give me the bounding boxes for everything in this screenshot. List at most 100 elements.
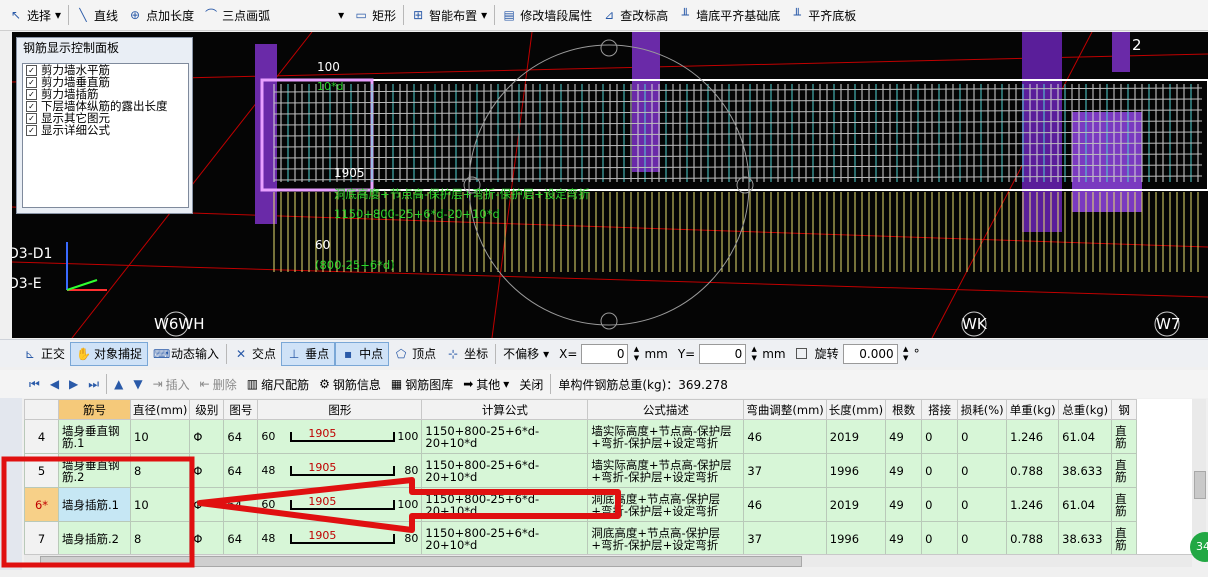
- length-cell[interactable]: 2019: [825, 419, 887, 454]
- diameter-cell[interactable]: 8: [129, 453, 191, 488]
- vertex-snap[interactable]: ⬠ 顶点: [389, 342, 441, 366]
- y-input[interactable]: 0: [699, 343, 747, 364]
- scroll-thumb[interactable]: [40, 556, 802, 567]
- rotate-checkbox[interactable]: [795, 348, 807, 359]
- ortho-toggle[interactable]: ⊾ 正交: [18, 342, 70, 366]
- option-show-detailed-formula[interactable]: ✓ 显示详细公式: [23, 124, 188, 136]
- table-row[interactable]: 7 墙身插筋.2 8 Φ 64 48 1905 80 1150+800-25+6…: [24, 521, 1138, 554]
- horizontal-scrollbar[interactable]: [24, 554, 1192, 567]
- object-snap-toggle[interactable]: ✋ 对象捕捉: [70, 341, 149, 366]
- diameter-cell[interactable]: 10: [129, 487, 191, 522]
- grade-cell[interactable]: Φ: [189, 487, 225, 522]
- header-cell[interactable]: 计算公式: [421, 399, 589, 420]
- unit-weight-cell[interactable]: 0.788: [1006, 521, 1060, 554]
- header-cell[interactable]: 图号: [223, 399, 259, 420]
- loss-cell[interactable]: 0: [957, 419, 1008, 454]
- formula-cell[interactable]: 1150+800-25+6*d-20+10*d: [421, 453, 589, 488]
- midpoint-snap[interactable]: ▪ 中点: [335, 341, 390, 366]
- spin-icon[interactable]: ▲ ▼: [632, 345, 640, 363]
- smart-layout-tool[interactable]: ⊞ 智能布置 ▾: [406, 3, 492, 27]
- description-cell[interactable]: 洞底高度+节点高-保护层+弯折-保护层+设定弯折: [587, 487, 745, 522]
- type-cell[interactable]: 直筋: [1111, 453, 1138, 488]
- count-cell[interactable]: 49: [885, 487, 923, 522]
- loss-cell[interactable]: 0: [957, 521, 1008, 554]
- drawing-canvas[interactable]: 钢筋显示控制面板 ✓ 剪力墙水平筋 ✓ 剪力墙垂直筋 ✓ 剪力墙插筋 ✓ 下层墙体纵筋的…: [12, 32, 1208, 338]
- coordinate-snap[interactable]: ⊹ 坐标: [441, 342, 493, 366]
- spin-icon[interactable]: ▲ ▼: [750, 345, 758, 363]
- bar-name-cell[interactable]: 墙身垂直钢筋.2: [58, 453, 131, 488]
- move-down-button[interactable]: ▼: [128, 377, 147, 391]
- count-cell[interactable]: 49: [885, 521, 923, 554]
- align-slab-bottom-tool[interactable]: ╨ 平齐底板: [785, 3, 861, 27]
- modify-wall-segment-tool[interactable]: ▤ 修改墙段属性: [497, 3, 597, 27]
- rectangle-tool[interactable]: ▭ 矩形: [349, 3, 401, 27]
- x-input[interactable]: 0: [581, 343, 629, 364]
- lap-cell[interactable]: 0: [921, 453, 959, 488]
- line-tool[interactable]: ╲ 直线: [71, 3, 123, 27]
- total-weight-cell[interactable]: 61.04: [1058, 419, 1113, 454]
- checkbox-checked-icon[interactable]: ✓: [26, 88, 37, 100]
- checkbox-checked-icon[interactable]: ✓: [26, 124, 37, 136]
- diameter-cell[interactable]: 10: [129, 419, 191, 454]
- bar-name-cell[interactable]: 墙身插筋.1: [58, 487, 131, 522]
- rebar-library-button[interactable]: ▦ 钢筋图库: [386, 376, 458, 393]
- bend-adjust-cell[interactable]: 37: [743, 521, 827, 554]
- count-cell[interactable]: 49: [885, 419, 923, 454]
- spin-icon[interactable]: ▲ ▼: [902, 345, 910, 363]
- row-number[interactable]: 6*: [24, 487, 59, 522]
- shape-cell[interactable]: 60 1905 100: [257, 419, 423, 454]
- checkbox-checked-icon[interactable]: ✓: [26, 112, 37, 124]
- intersection-snap[interactable]: ✕ 交点: [229, 342, 281, 366]
- first-record-button[interactable]: ⏮: [24, 377, 45, 392]
- figure-no-cell[interactable]: 64: [223, 487, 259, 522]
- bar-name-cell[interactable]: 墙身垂直钢筋.1: [58, 419, 131, 454]
- description-cell[interactable]: 洞底高度+节点高-保护层+弯折-保护层+设定弯折: [587, 521, 745, 554]
- checkbox-checked-icon[interactable]: ✓: [26, 64, 37, 76]
- length-cell[interactable]: 2019: [825, 487, 887, 522]
- check-elevation-tool[interactable]: ⊿ 查改标高: [597, 3, 673, 27]
- table-row[interactable]: 4 墙身垂直钢筋.1 10 Φ 64 60 1905 100 1150+800-…: [24, 419, 1138, 454]
- row-number[interactable]: 5: [24, 453, 59, 488]
- point-length-tool[interactable]: ⊕ 点加长度: [123, 3, 199, 27]
- total-weight-cell[interactable]: 61.04: [1058, 487, 1113, 522]
- wall-bottom-align-foundation-tool[interactable]: ╨ 墙底平齐基础底: [673, 3, 785, 27]
- lap-cell[interactable]: 0: [921, 487, 959, 522]
- figure-no-cell[interactable]: 64: [223, 521, 259, 554]
- lap-cell[interactable]: 0: [921, 419, 959, 454]
- arc-dropdown[interactable]: [274, 6, 334, 24]
- three-point-arc-tool[interactable]: ⌒ 三点画弧 ▾: [199, 3, 349, 27]
- header-cell[interactable]: 搭接: [921, 399, 959, 420]
- rebar-info-button[interactable]: ⚙ 钢筋信息: [314, 376, 386, 393]
- prev-record-button[interactable]: ◀: [45, 377, 64, 391]
- unit-weight-cell[interactable]: 1.246: [1006, 419, 1060, 454]
- close-button[interactable]: 关闭: [514, 376, 548, 393]
- loss-cell[interactable]: 0: [957, 487, 1008, 522]
- figure-no-cell[interactable]: 64: [223, 453, 259, 488]
- type-cell[interactable]: 直筋: [1111, 419, 1138, 454]
- header-cell[interactable]: 钢: [1111, 399, 1138, 420]
- bend-adjust-cell[interactable]: 46: [743, 419, 827, 454]
- header-cell[interactable]: 直径(mm): [129, 399, 191, 420]
- bend-adjust-cell[interactable]: 37: [743, 453, 827, 488]
- formula-cell[interactable]: 1150+800-25+6*d-20+10*d: [421, 521, 589, 554]
- description-cell[interactable]: 墙实际高度+节点高-保护层+弯折-保护层+设定弯折: [587, 419, 745, 454]
- unit-weight-cell[interactable]: 0.788: [1006, 453, 1060, 488]
- grade-cell[interactable]: Φ: [189, 419, 225, 454]
- length-cell[interactable]: 1996: [825, 453, 887, 488]
- shape-cell[interactable]: 48 1905 80: [257, 453, 423, 488]
- header-cell[interactable]: 长度(mm): [825, 399, 887, 420]
- row-number[interactable]: 7: [24, 521, 59, 554]
- select-tool[interactable]: ↖ 选择 ▾: [4, 3, 66, 27]
- table-row-selected[interactable]: 6* 墙身插筋.1 10 Φ 64 60 1905 100 1150+800-2…: [24, 487, 1138, 522]
- diameter-cell[interactable]: 8: [129, 521, 191, 554]
- total-weight-cell[interactable]: 38.633: [1058, 521, 1113, 554]
- length-cell[interactable]: 1996: [825, 521, 887, 554]
- dynamic-input-toggle[interactable]: ⌨ 动态输入: [148, 342, 224, 366]
- type-cell[interactable]: 直筋: [1111, 487, 1138, 522]
- bar-name-cell[interactable]: 墙身插筋.2: [58, 521, 131, 554]
- header-cell[interactable]: 图形: [257, 399, 423, 420]
- vertical-scrollbar[interactable]: [1192, 399, 1206, 554]
- perpendicular-snap[interactable]: ⊥ 垂点: [281, 341, 336, 366]
- row-number[interactable]: 4: [24, 419, 59, 454]
- total-weight-cell[interactable]: 38.633: [1058, 453, 1113, 488]
